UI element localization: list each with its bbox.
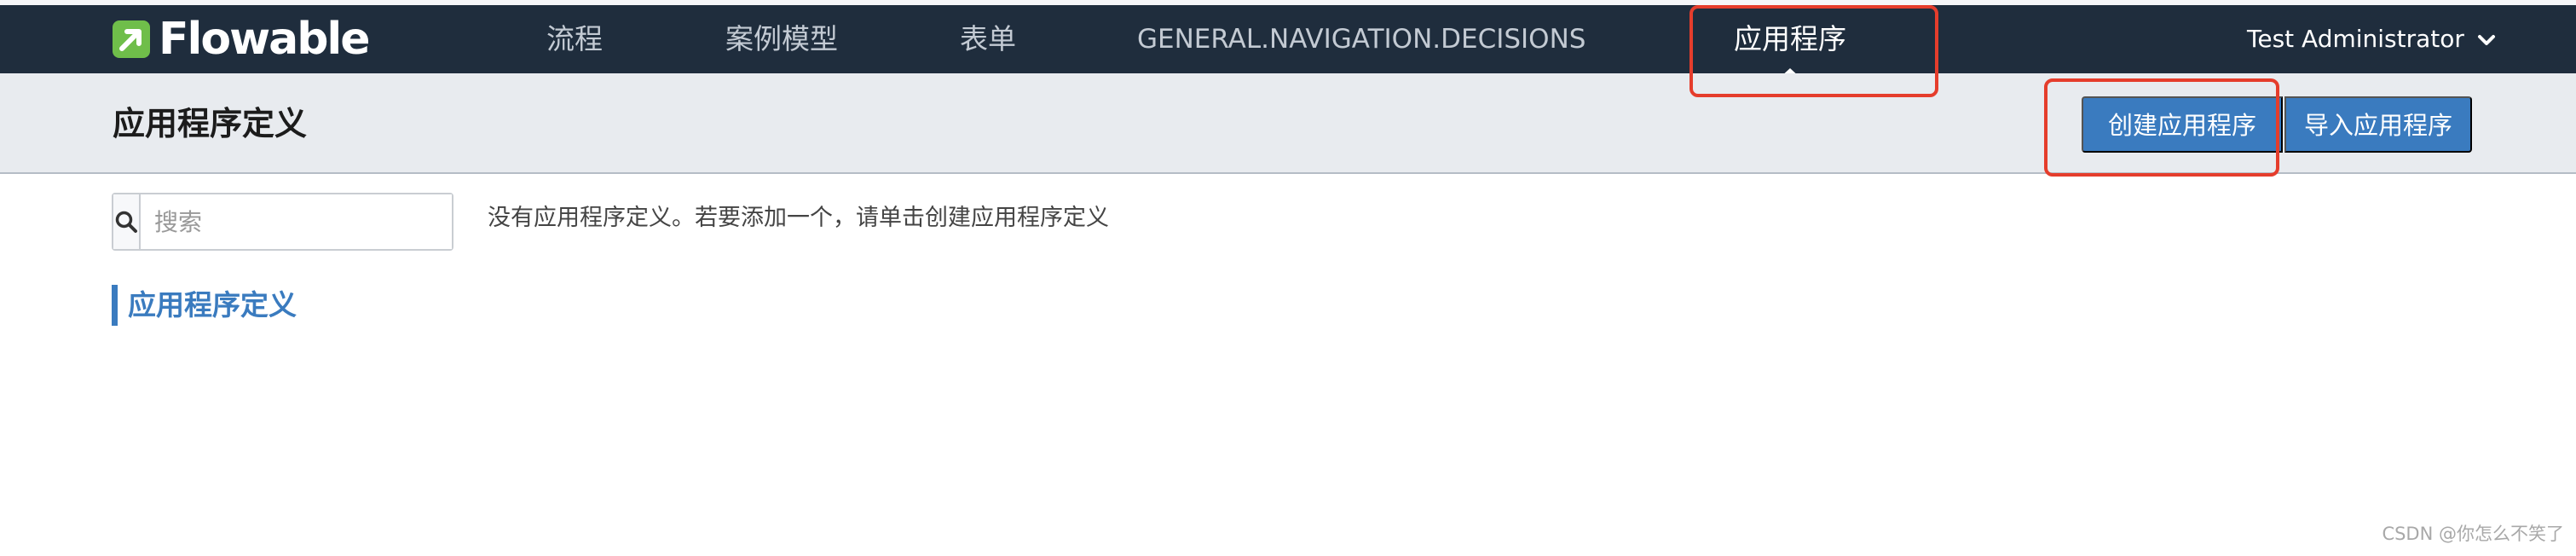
chevron-down-icon [2477, 35, 2495, 45]
user-name: Test Administrator [2247, 25, 2464, 53]
section-title-app-definitions: 应用程序定义 [128, 288, 297, 321]
flowable-logo[interactable]: Flowable [111, 14, 371, 65]
section-heading-bar [112, 285, 118, 326]
page-subheader: 应用程序定义 创建应用程序 导入应用程序 [0, 73, 2576, 174]
search-button[interactable] [113, 194, 141, 249]
watermark: CSDN @你怎么不笑了 [2382, 524, 2564, 544]
nav-item-apps[interactable]: 应用程序 [1734, 5, 1846, 73]
user-menu[interactable]: Test Administrator [2247, 5, 2496, 73]
import-app-button[interactable]: 导入应用程序 [2284, 96, 2472, 153]
create-app-button[interactable]: 创建应用程序 [2082, 96, 2283, 153]
nav-item-case-models[interactable]: 案例模型 [725, 5, 838, 73]
search-icon [115, 211, 137, 233]
empty-state-message: 没有应用程序定义。若要添加一个，请单击创建应用程序定义 [488, 205, 1109, 231]
nav-item-processes[interactable]: 流程 [546, 5, 603, 73]
nav-item-decisions[interactable]: GENERAL.NAVIGATION.DECISIONS [1137, 5, 1585, 73]
search-input[interactable] [141, 194, 452, 249]
search-box [112, 193, 453, 251]
top-navbar: Flowable 流程 案例模型 表单 GENERAL.NAVIGATION.D… [0, 5, 2576, 78]
nav-item-forms[interactable]: 表单 [960, 5, 1016, 73]
page-title: 应用程序定义 [113, 105, 308, 142]
logo-text: Flowable [159, 14, 371, 65]
flowable-logo-icon [113, 20, 150, 58]
